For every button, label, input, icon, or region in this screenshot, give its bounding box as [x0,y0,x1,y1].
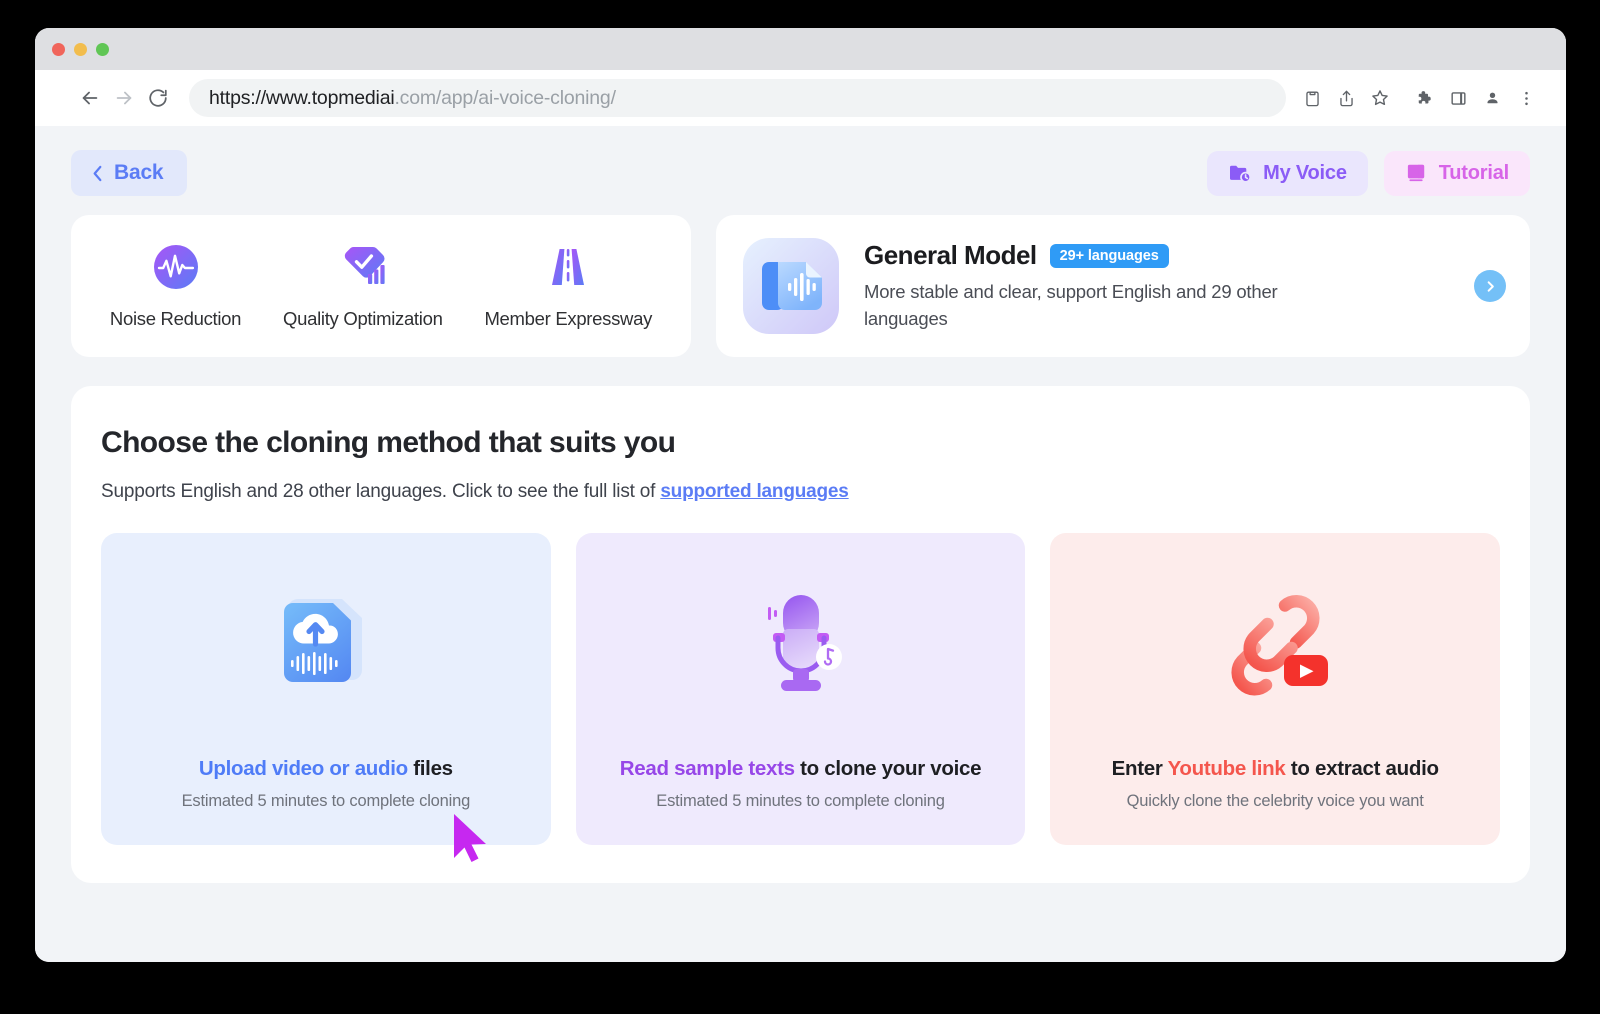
method-title-highlight: Upload video or audio [198,757,408,780]
method-card-list: Upload video or audio files Estimated 5 … [101,533,1501,845]
method-title-rest: files [407,757,453,780]
page-header: Back My Voice Tutorial [71,150,1530,196]
toolbar-icon-group [1296,82,1542,114]
book-icon [1405,162,1428,184]
chevron-left-icon [90,163,105,184]
reload-icon[interactable] [141,81,175,115]
method-card-read-sample[interactable]: Read sample texts to clone your voice Es… [575,533,1026,845]
file-cloud-upload-waveform-icon [101,533,551,757]
method-title-highlight: Read sample texts [619,757,795,780]
more-menu-icon[interactable] [1510,82,1542,114]
highway-road-icon [542,241,594,293]
my-voice-button[interactable]: My Voice [1207,150,1368,196]
browser-toolbar: https://www.topmediai.com/app/ai-voice-c… [35,70,1566,126]
profile-avatar-icon[interactable] [1476,82,1508,114]
method-subtitle: Quickly clone the celebrity voice you wa… [1126,792,1424,810]
method-subtitle: Estimated 5 minutes to complete cloning [181,792,471,810]
feature-label: Noise Reduction [109,308,242,329]
waveform-circle-icon [150,241,202,293]
features-card: Noise Reduction Quality Optimization Mem… [71,215,691,357]
back-arrow-icon[interactable] [73,81,107,115]
page-subtitle-text: Supports English and 28 other languages.… [101,481,661,502]
general-model-title-row: General Model 29+ languages [864,240,1452,271]
info-strip: Noise Reduction Quality Optimization Mem… [71,215,1530,357]
general-model-description: More stable and clear, support English a… [864,281,1278,329]
back-button[interactable]: Back [71,150,188,196]
feature-quality-optimization: Quality Optimization [283,241,443,330]
diamond-check-chart-icon [337,241,389,293]
clipboard-icon[interactable] [1296,82,1328,114]
page-title: Choose the cloning method that suits you [101,426,676,459]
header-actions: My Voice Tutorial [1207,150,1530,196]
back-button-label: Back [114,161,164,184]
method-title-rest: to extract audio [1285,757,1439,780]
cloning-method-panel: Choose the cloning method that suits you… [71,386,1530,883]
forward-arrow-icon[interactable] [107,81,141,115]
maximize-window-button[interactable] [96,42,109,56]
page-content: Back My Voice Tutorial Noise Reduction Q… [35,126,1566,962]
chain-link-youtube-icon [1050,533,1500,757]
url-domain: https://www.topmediai [209,86,395,109]
languages-badge: 29+ languages [1049,243,1169,268]
feature-label: Member Expressway [484,308,653,329]
microphone-icon [576,533,1026,757]
tutorial-label: Tutorial [1438,161,1509,184]
side-panel-icon[interactable] [1442,82,1474,114]
browser-window: https://www.topmediai.com/app/ai-voice-c… [35,28,1566,962]
feature-label: Quality Optimization [283,308,443,329]
method-card-upload[interactable]: Upload video or audio files Estimated 5 … [101,533,551,845]
screen: https://www.topmediai.com/app/ai-voice-c… [0,0,1600,1014]
method-title-highlight: Youtube link [1167,757,1286,780]
my-voice-label: My Voice [1263,161,1347,184]
supported-languages-link[interactable]: supported languages [660,481,849,502]
document-waveform-icon [740,235,842,337]
method-title-rest: to clone your voice [794,757,982,780]
tutorial-button[interactable]: Tutorial [1383,150,1530,196]
browser-titlebar [35,28,1566,70]
share-icon[interactable] [1330,82,1362,114]
chevron-right-icon[interactable] [1474,270,1506,302]
method-title: Upload video or audio files [199,757,453,781]
minimize-window-button[interactable] [74,42,87,56]
method-title-prefix: Enter [1111,757,1168,780]
general-model-body: General Model 29+ languages More stable … [864,240,1452,332]
extensions-puzzle-icon[interactable] [1408,82,1440,114]
method-title: Enter Youtube link to extract audio [1112,757,1439,781]
method-subtitle: Estimated 5 minutes to complete cloning [656,792,945,810]
url-text: https://www.topmediai.com/app/ai-voice-c… [209,87,616,110]
general-model-title: General Model [864,240,1037,271]
feature-member-expressway: Member Expressway [484,241,652,330]
folder-clock-icon [1228,162,1252,185]
feature-noise-reduction: Noise Reduction [110,241,241,330]
general-model-card[interactable]: General Model 29+ languages More stable … [716,215,1530,357]
url-path: .com/app/ai-voice-cloning/ [394,86,616,109]
page-subtitle: Supports English and 28 other languages.… [101,481,1500,503]
method-card-youtube-link[interactable]: Enter Youtube link to extract audio Quic… [1050,533,1501,845]
method-title: Read sample texts to clone your voice [619,757,982,781]
address-bar[interactable]: https://www.topmediai.com/app/ai-voice-c… [189,79,1286,117]
close-window-button[interactable] [52,42,65,56]
bookmark-star-icon[interactable] [1364,82,1396,114]
